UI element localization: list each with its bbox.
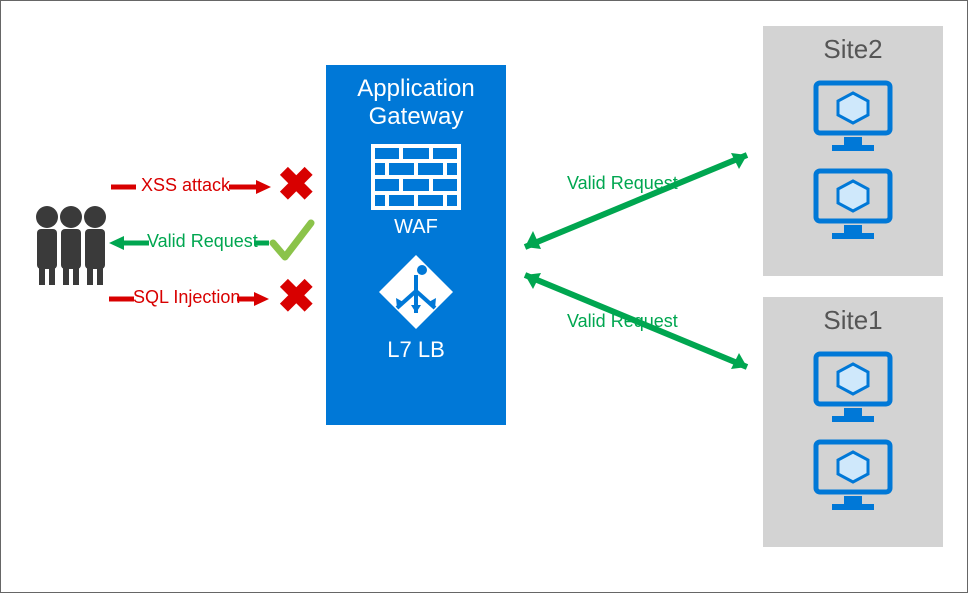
site2: Site2 [763, 26, 943, 276]
site1: Site1 [763, 297, 943, 547]
waf-label: WAF [326, 216, 506, 239]
blocked-icon-xss: ✖ [277, 161, 316, 207]
vm-icon [812, 350, 894, 424]
load-balancer-icon [377, 253, 455, 331]
site2-title: Site2 [763, 34, 943, 65]
waf-architecture-diagram: XSS attack ✖ Valid Request SQL Injection… [0, 0, 968, 593]
gateway-title-line1: Application [357, 75, 474, 102]
users-icon [29, 201, 113, 287]
vm-icon [812, 438, 894, 512]
gateway-title: Application Gateway [326, 75, 506, 130]
gateway-title-line2: Gateway [369, 103, 464, 130]
label-xss: XSS attack [141, 175, 230, 196]
site1-title: Site1 [763, 305, 943, 336]
label-valid-in: Valid Request [147, 231, 258, 252]
label-valid-out-top: Valid Request [567, 173, 678, 194]
application-gateway: Application Gateway [326, 65, 506, 425]
blocked-icon-sqli: ✖ [277, 273, 316, 319]
firewall-icon [371, 144, 461, 210]
allowed-icon [269, 219, 315, 265]
arrow-out-top [511, 141, 761, 261]
vm-icon [812, 167, 894, 241]
label-valid-out-bottom: Valid Request [567, 311, 678, 332]
label-sqli: SQL Injection [133, 287, 240, 308]
l7lb-label: L7 LB [326, 337, 506, 363]
vm-icon [812, 79, 894, 153]
